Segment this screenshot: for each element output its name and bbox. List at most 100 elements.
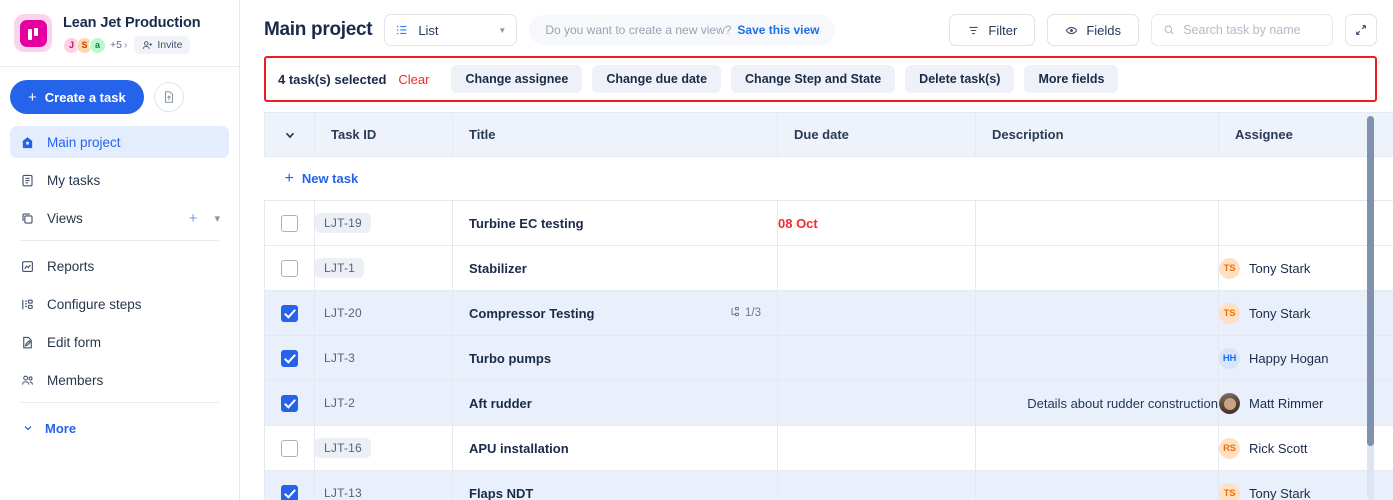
clear-selection-link[interactable]: Clear	[398, 72, 429, 87]
table-row[interactable]: LJT-13 Flaps NDT TS Tony Stark	[264, 470, 1393, 500]
save-view-link[interactable]: Save this view	[737, 23, 819, 37]
save-view-question: Do you want to create a new view?	[545, 23, 732, 37]
assignee-name: Tony Stark	[1249, 485, 1311, 500]
sidebar-item-main-project[interactable]: Main project	[10, 126, 229, 158]
header-title[interactable]: Title	[452, 112, 778, 157]
workspace-header[interactable]: Lean Jet Production J S a +5 › Invite	[0, 0, 239, 66]
search-input[interactable]	[1183, 23, 1321, 37]
due-date-cell[interactable]	[777, 335, 976, 381]
change-assignee-button[interactable]: Change assignee	[451, 65, 583, 93]
clipboard-icon	[19, 172, 36, 189]
task-title-cell[interactable]: Stabilizer	[452, 245, 778, 291]
add-view-icon[interactable]: +	[185, 210, 202, 227]
change-step-and-state-button[interactable]: Change Step and State	[731, 65, 896, 93]
row-checkbox-cell[interactable]	[264, 245, 315, 291]
row-checkbox[interactable]	[281, 439, 298, 457]
description-cell[interactable]	[975, 335, 1219, 381]
row-checkbox-cell[interactable]	[264, 200, 315, 246]
table-row[interactable]: LJT-20 Compressor Testing 1/3 TS Tony Stark	[264, 290, 1393, 336]
table-row[interactable]: LJT-2 Aft rudder Details about rudder cons…	[264, 380, 1393, 426]
edit-form-icon	[19, 334, 36, 351]
task-id-badge: LJT-20	[324, 306, 362, 320]
task-title-cell[interactable]: Flaps NDT	[452, 470, 778, 500]
due-date-cell[interactable]	[777, 290, 976, 336]
sidebar-item-my-tasks[interactable]: My tasks	[10, 164, 229, 196]
due-date-cell[interactable]: 08 Oct	[777, 200, 976, 246]
new-task-row[interactable]: + New task	[264, 156, 1393, 201]
filter-button[interactable]: Filter	[949, 14, 1036, 46]
task-id-cell[interactable]: LJT-3	[314, 335, 453, 381]
filter-icon	[969, 26, 978, 34]
row-checkbox[interactable]	[281, 304, 298, 322]
row-checkbox[interactable]	[281, 259, 298, 277]
task-id-cell[interactable]: LJT-13	[314, 470, 453, 500]
sidebar-item-reports[interactable]: Reports	[10, 250, 229, 282]
table-row[interactable]: LJT-1 Stabilizer TS Tony Stark	[264, 245, 1393, 291]
save-view-prompt[interactable]: Do you want to create a new view? Save t…	[529, 15, 836, 45]
header-due-date[interactable]: Due date	[777, 112, 976, 157]
vertical-scrollbar-thumb[interactable]	[1367, 116, 1374, 446]
row-checkbox-cell[interactable]	[264, 470, 315, 500]
header-select-all[interactable]	[264, 112, 315, 157]
change-due-date-button[interactable]: Change due date	[592, 65, 722, 93]
search-box[interactable]	[1151, 14, 1333, 46]
row-checkbox-cell[interactable]	[264, 380, 315, 426]
row-checkbox-cell[interactable]	[264, 335, 315, 381]
table-row[interactable]: LJT-16 APU installation RS Rick Scott	[264, 425, 1393, 471]
task-table-wrap: Task ID Title Due date Description Assig…	[264, 112, 1393, 500]
description-cell[interactable]	[975, 245, 1219, 291]
table-header: Task ID Title Due date Description Assig…	[264, 112, 1393, 157]
new-task-cell[interactable]: + New task	[264, 156, 1393, 201]
more-fields-button[interactable]: More fields	[1024, 65, 1119, 93]
due-date-cell[interactable]	[777, 380, 976, 426]
create-task-row: + Create a task	[0, 67, 239, 126]
task-title-cell[interactable]: Aft rudder	[452, 380, 778, 426]
task-title-cell[interactable]: Turbine EC testing	[452, 200, 778, 246]
table-row[interactable]: LJT-19 Turbine EC testing 08 Oct	[264, 200, 1393, 246]
table-row[interactable]: LJT-3 Turbo pumps HH Happy Hogan	[264, 335, 1393, 381]
sidebar-item-members[interactable]: Members	[10, 364, 229, 396]
sidebar-item-label: Views	[47, 210, 83, 226]
chevron-right-icon: ›	[123, 39, 128, 51]
fields-button[interactable]: Fields	[1047, 14, 1139, 46]
workspace-member-avatars[interactable]: J S a +5 ›	[63, 36, 128, 54]
task-id-cell[interactable]: LJT-2	[314, 380, 453, 426]
description-cell[interactable]	[975, 425, 1219, 471]
description-cell[interactable]	[975, 290, 1219, 336]
row-checkbox-cell[interactable]	[264, 290, 315, 336]
row-checkbox[interactable]	[281, 394, 298, 412]
sidebar-item-views[interactable]: Views + ▾	[10, 202, 229, 234]
import-file-button[interactable]	[153, 82, 184, 112]
sidebar-item-more[interactable]: More	[10, 412, 229, 444]
task-id-cell[interactable]: LJT-19	[314, 200, 453, 246]
row-checkbox[interactable]	[281, 349, 298, 367]
description-cell[interactable]	[975, 200, 1219, 246]
invite-button[interactable]: Invite	[134, 36, 191, 54]
sidebar-item-label: My tasks	[47, 172, 101, 188]
due-date-cell[interactable]	[777, 425, 976, 471]
due-date-cell[interactable]	[777, 245, 976, 291]
chevron-down-icon[interactable]: ▾	[212, 212, 220, 225]
view-type-selector[interactable]: List ▼	[384, 14, 518, 46]
task-title-cell[interactable]: APU installation	[452, 425, 778, 471]
task-title-cell[interactable]: Turbo pumps	[452, 335, 778, 381]
sidebar-item-edit-form[interactable]: Edit form	[10, 326, 229, 358]
create-task-button[interactable]: + Create a task	[10, 80, 144, 114]
description-cell[interactable]	[975, 470, 1219, 500]
delete-tasks-button[interactable]: Delete task(s)	[905, 65, 1015, 93]
task-title-cell[interactable]: Compressor Testing 1/3	[452, 290, 778, 336]
header-task-id[interactable]: Task ID	[314, 112, 453, 157]
description-cell[interactable]: Details about rudder construction	[975, 380, 1219, 426]
row-checkbox[interactable]	[281, 484, 298, 500]
row-checkbox-cell[interactable]	[264, 425, 315, 471]
row-checkbox[interactable]	[281, 214, 298, 232]
due-date-cell[interactable]	[777, 470, 976, 500]
task-id-cell[interactable]: LJT-20	[314, 290, 453, 336]
sidebar-item-configure-steps[interactable]: Configure steps	[10, 288, 229, 320]
expand-view-button[interactable]	[1345, 14, 1377, 46]
table-header-row: Task ID Title Due date Description Assig…	[264, 112, 1393, 157]
task-id-cell[interactable]: LJT-1	[314, 245, 453, 291]
task-id-cell[interactable]: LJT-16	[314, 425, 453, 471]
chevron-down-icon[interactable]	[265, 128, 314, 142]
header-description[interactable]: Description	[975, 112, 1219, 157]
